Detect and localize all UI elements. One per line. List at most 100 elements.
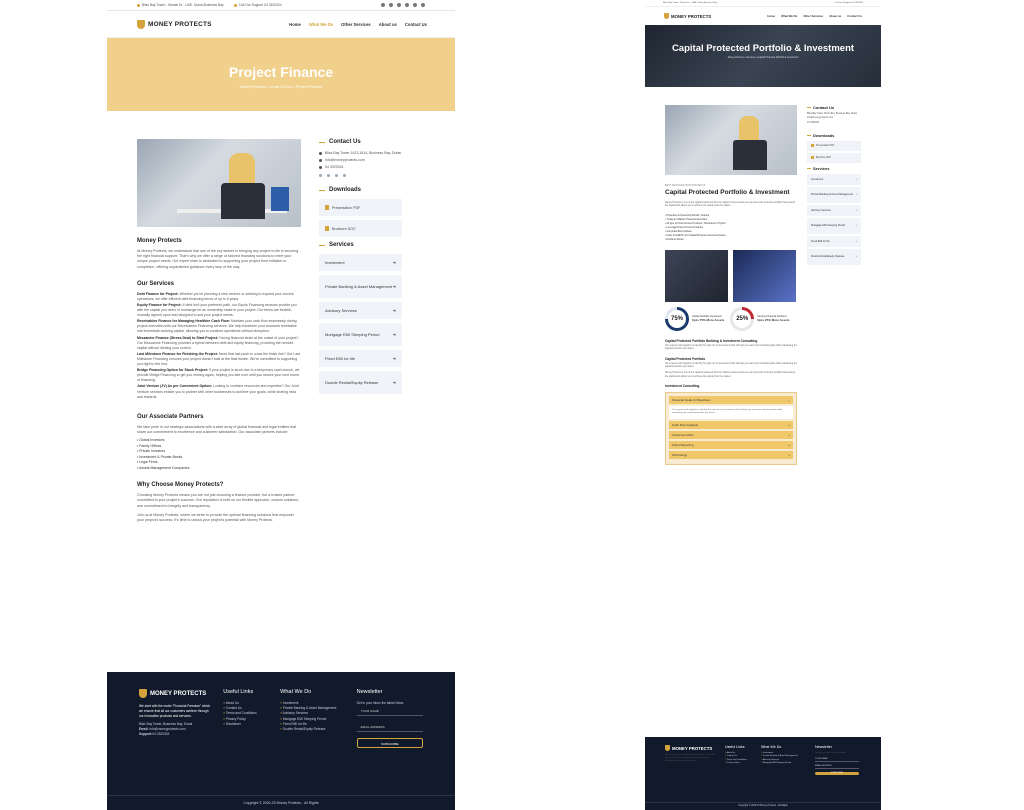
email-input[interactable]: EMAIL ADDRESS	[815, 765, 859, 770]
page-hero: Project Finance Money Protects » What We…	[107, 38, 455, 111]
nav-contact[interactable]: Contact Us	[847, 14, 862, 18]
file-icon	[325, 205, 329, 210]
arrow-right-icon: ➔	[392, 332, 396, 337]
accordion-open[interactable]: Financial Goals & Objectives −	[669, 396, 793, 405]
list-item: Last Milestone Finance for Finishing the…	[137, 351, 301, 367]
nav-home[interactable]: Home	[767, 14, 775, 18]
page-title: Capital Protected Portfolio & Investment	[671, 43, 855, 54]
top-address: Bliss Bay Tower - Marasi Dr - UAE, Dubai…	[137, 3, 224, 7]
partners-list: Global Investors Family Offices Private …	[137, 438, 301, 471]
service-link[interactable]: Mortgage EMI Sleeping Period ›	[807, 217, 861, 234]
accordion: Financial Goals & Objectives − Our expert…	[665, 392, 797, 465]
download-doc[interactable]: Brochure DOC	[319, 220, 402, 237]
nav-other-services[interactable]: Other Services	[341, 22, 371, 27]
accordion-item[interactable]: Investment Plan +	[669, 430, 793, 439]
body-text: Money Protects is one of the capital inv…	[665, 372, 796, 378]
phone-icon	[233, 3, 237, 7]
chevron-right-icon: ›	[856, 255, 857, 259]
service-link[interactable]: Double Rental/Equity Release ➔	[319, 371, 402, 394]
sidebar: Contact Us Bliss Bay Tower 1613,1614, Bu…	[319, 139, 402, 523]
service-link[interactable]: Mortgage EMI Sleeping Period ➔	[319, 323, 402, 346]
accordion-item[interactable]: Cash Flow Analysis +	[669, 420, 793, 429]
linkedin-icon[interactable]	[405, 3, 409, 7]
nav-contact[interactable]: Contact Us	[405, 22, 427, 27]
chevron-right-icon: ›	[856, 208, 857, 212]
plus-icon: +	[788, 422, 790, 427]
shield-icon	[664, 13, 669, 19]
name-input[interactable]: YOUR NAME	[356, 706, 423, 716]
accordion-item[interactable]: Technology +	[669, 450, 793, 459]
twitter-icon[interactable]	[389, 3, 393, 7]
download-doc[interactable]: Brochure DOC	[807, 152, 861, 163]
heading-portfolio-building: Capital Protected Portfolio Building & I…	[665, 338, 758, 343]
chevron-right-icon: ›	[856, 177, 857, 181]
shield-icon	[665, 745, 670, 751]
download-pdf[interactable]: Presentation PDF	[807, 140, 861, 151]
download-pdf[interactable]: Presentation PDF	[319, 199, 402, 216]
footer-logo[interactable]: MONEY PROTECTS	[665, 745, 717, 751]
heading-money-protects: Money Protects	[137, 238, 182, 244]
what-we-do-heading: What We Do	[280, 689, 312, 695]
main-menu: Home What We Do Other Services About us …	[767, 14, 862, 18]
service-link[interactable]: Investment ➔	[319, 254, 402, 271]
subscribe-button[interactable]: SUBSCRIBE	[356, 737, 423, 748]
footer-link[interactable]: Mortgage EMI Sleeping Period	[761, 762, 807, 765]
newsletter-text: Get in your inbox the latest News	[815, 752, 846, 754]
footer-link[interactable]: Privacy Policy	[725, 762, 753, 765]
name-input[interactable]: YOUR NAME	[815, 758, 859, 763]
nav-other-services[interactable]: Other Services	[803, 14, 823, 18]
twitter-icon[interactable]	[319, 174, 322, 177]
body-text: Our experts work together to identify th…	[665, 362, 798, 369]
service-link[interactable]: Private Banking & Asset Management ›	[807, 186, 861, 203]
service-link[interactable]: Investment ›	[807, 173, 861, 185]
main-column: BEST SERVICES FROM PROTECTS Capital Prot…	[665, 105, 797, 465]
nav-what-we-do[interactable]: What We Do	[309, 22, 333, 27]
linkedin-icon[interactable]	[343, 174, 346, 177]
service-link[interactable]: Advisory Services ➔	[319, 302, 402, 319]
progress-ring: 25%	[730, 306, 755, 331]
service-link[interactable]: Fixed EMI for life ➔	[319, 350, 402, 367]
service-link[interactable]: Advisory Services ›	[807, 204, 861, 216]
logo[interactable]: MONEY PROTECTS	[664, 13, 711, 19]
top-bar: Bliss Bay Tower - Marasi Dr - UAE, Dubai…	[645, 0, 881, 7]
footer-logo[interactable]: MONEY PROTECTS	[139, 689, 211, 698]
service-link[interactable]: Fixed EMI for life ›	[807, 235, 861, 247]
accordion-item[interactable]: Client Reporting +	[669, 440, 793, 449]
heading-investment-consulting: Investment Consulting	[665, 384, 700, 389]
newsletter-heading: Newsletter	[356, 689, 383, 695]
nav-what-we-do[interactable]: What We Do	[781, 14, 797, 18]
subscribe-button[interactable]: SUBSCRIBE	[815, 772, 859, 776]
plus-icon: +	[788, 452, 790, 457]
arrow-right-icon: ➔	[392, 356, 396, 361]
contact-email[interactable]: info@moneyprotects.com	[319, 158, 402, 163]
email-input[interactable]: EMAIL ADDRESS	[356, 722, 423, 732]
service-link[interactable]: Double Rental/Equity Release ›	[807, 248, 861, 265]
contact-email[interactable]: info@moneyprotects.com	[807, 117, 861, 120]
footer-link[interactable]: Double Rental/Equity Release	[280, 727, 344, 732]
service-link[interactable]: Private Banking & Asset Management ➔	[319, 275, 402, 298]
heading-our-services: Our Services	[137, 280, 175, 287]
nav-about[interactable]: About us	[379, 22, 397, 27]
instagram-icon[interactable]	[421, 3, 425, 7]
page-title: Project Finance	[228, 64, 334, 80]
whatsapp-icon[interactable]	[413, 3, 417, 7]
list-item: Debt Finance for Project: Whether you're…	[137, 291, 294, 301]
logo[interactable]: MONEY PROTECTS	[137, 19, 212, 29]
list-item: Receivables Finance for Managing Healthi…	[137, 319, 297, 334]
sidebar: Contact Us Bliss Bay Tower 1613,1614, Bu…	[807, 105, 861, 465]
facebook-icon[interactable]	[327, 174, 330, 177]
contact-phone[interactable]: 04 3320324	[807, 122, 861, 125]
footer-support[interactable]: Support:04-3320324	[139, 732, 211, 737]
nav-about[interactable]: About us	[829, 14, 841, 18]
minus-icon: −	[788, 398, 790, 403]
nav-home[interactable]: Home	[289, 22, 301, 27]
services-heading: Services	[319, 242, 402, 248]
location-icon	[137, 3, 140, 7]
youtube-icon[interactable]	[397, 3, 401, 7]
footer-link[interactable]: Disclaimer	[223, 722, 268, 727]
facebook-icon[interactable]	[381, 3, 385, 7]
content: Money Protects At Money Protects, we und…	[107, 111, 455, 523]
instagram-icon[interactable]	[335, 174, 338, 177]
what-we-do-heading: What We Do	[761, 745, 782, 749]
contact-phone[interactable]: 04 3320324	[319, 165, 402, 170]
